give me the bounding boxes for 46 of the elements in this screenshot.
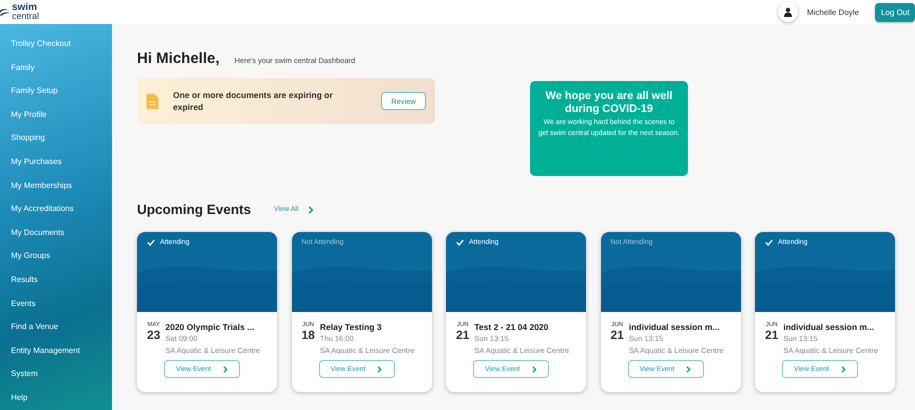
sidebar-item[interactable]: Find a Venue	[0, 315, 112, 339]
chevron-right-icon[interactable]	[308, 206, 314, 214]
check-icon	[456, 239, 464, 246]
event-day: 18	[302, 328, 315, 342]
notice-title: We hope you are all well during COVID-19	[544, 90, 674, 116]
event-day: 21	[765, 328, 778, 342]
chevron-right-icon	[840, 366, 846, 372]
greeting-title: Hi Michelle,	[137, 50, 220, 67]
sidebar-item[interactable]: Trolley Checkout	[0, 32, 112, 56]
document-icon	[146, 94, 159, 108]
event-day: 21	[456, 328, 470, 342]
chevron-right-icon	[222, 366, 228, 372]
sidebar-item[interactable]: Results	[0, 268, 112, 292]
chevron-right-icon	[532, 366, 537, 372]
user-name: Michelle Doyle	[806, 8, 859, 16]
sidebar-item[interactable]: Events	[0, 292, 112, 316]
sidebar-item[interactable]: Entity Management	[0, 338, 112, 362]
event-name: Test 2 - 21 04 2020	[474, 321, 550, 333]
event-day: 21	[610, 328, 624, 342]
sidebar-item[interactable]: Help	[0, 386, 112, 410]
logo-wordmark: swim	[12, 3, 38, 12]
chevron-right-icon	[686, 366, 692, 372]
sidebar-item[interactable]: My Documents	[0, 220, 112, 244]
event-name: individual session m...	[628, 321, 721, 333]
logo-icon	[0, 7, 10, 17]
event-name: Relay Testing 3	[320, 321, 383, 333]
avatar-icon[interactable]	[778, 2, 798, 22]
sidebar-item[interactable]: My Profile	[0, 102, 112, 126]
sidebar-item[interactable]: My Groups	[0, 244, 112, 268]
sidebar-item[interactable]: My Accreditations	[0, 197, 112, 221]
sidebar-item[interactable]: My Memberships	[0, 174, 112, 198]
logout-button[interactable]: Log Out	[875, 2, 915, 22]
event-name: individual session m...	[783, 321, 876, 333]
sidebar-item[interactable]: My Purchases	[0, 150, 112, 174]
event-name: 2020 Olympic Trials ...	[165, 321, 256, 333]
sidebar-item[interactable]: System	[0, 362, 112, 386]
sidebar-item[interactable]: Family Setup	[0, 79, 112, 103]
section-title: Upcoming Events	[137, 202, 252, 217]
check-icon	[147, 239, 155, 246]
sidebar-item[interactable]: Family	[0, 56, 112, 80]
chevron-right-icon	[377, 366, 382, 372]
logo-wordmark-subtitle: central	[12, 12, 40, 21]
sidebar-item[interactable]: Shopping	[0, 126, 112, 150]
event-day: 23	[147, 328, 160, 342]
alert-message: One or more documents are expiring or expired	[173, 89, 334, 113]
check-icon	[765, 239, 773, 246]
